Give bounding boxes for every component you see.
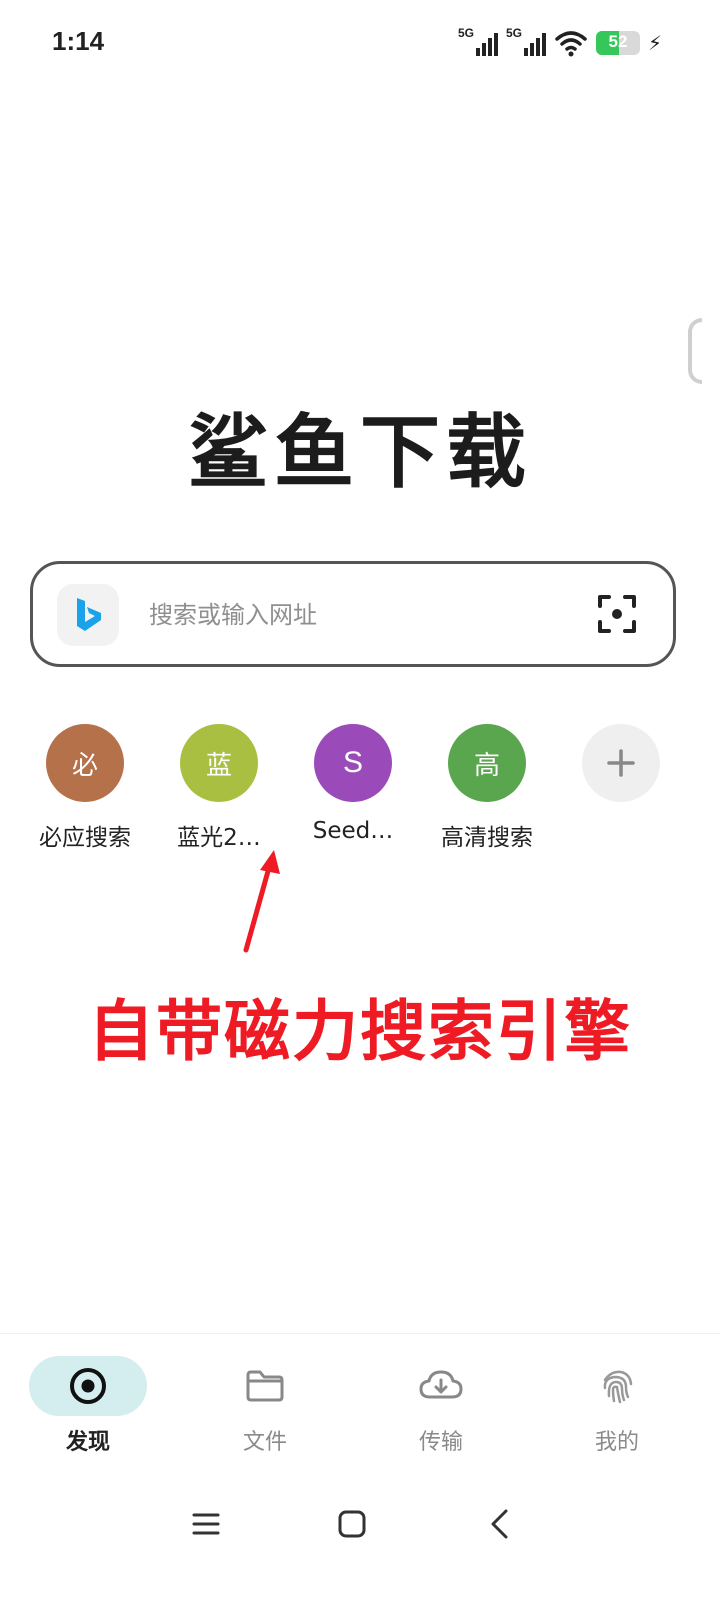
signal-type-label: 5G <box>457 26 474 40</box>
edge-panel-handle[interactable] <box>688 318 702 384</box>
back-chevron-icon <box>491 1509 508 1539</box>
battery-icon: 52 <box>595 31 640 55</box>
menu-icon <box>192 1513 220 1535</box>
app-title: 鲨鱼下载 <box>188 406 532 499</box>
nav-pill <box>558 1356 676 1416</box>
annotation-arrow-icon <box>243 850 280 953</box>
search-engine-button[interactable] <box>57 584 119 646</box>
nav-label: 传输 <box>418 1430 463 1455</box>
shortcut-icon: 必 <box>46 724 124 802</box>
shortcut-bluray[interactable]: 蓝 蓝光2… <box>152 724 286 852</box>
nav-label: 文件 <box>242 1430 287 1455</box>
annotation-text: 自带磁力搜索引擎 <box>88 993 632 1070</box>
status-icons: 5G 5G 52 ⚡ <box>458 26 662 60</box>
shortcut-grid: 必 必应搜索 蓝 蓝光2… S Seed… 高 高清搜索 <box>0 724 720 854</box>
shortcut-label: 必应搜索 <box>39 825 131 851</box>
shortcut-hd-search[interactable]: 高 高清搜索 <box>420 724 554 852</box>
nav-pill <box>29 1356 147 1416</box>
shortcut-icon: 蓝 <box>180 724 258 802</box>
cloud-download-icon <box>419 1370 463 1399</box>
add-shortcut-button[interactable] <box>554 724 688 802</box>
bing-icon <box>77 598 101 631</box>
search-input[interactable] <box>149 590 569 640</box>
battery-level: 52 <box>608 32 628 51</box>
fingerprint-icon <box>603 1370 633 1404</box>
shortcut-icon: S <box>314 724 392 802</box>
status-bar: 1:14 5G 5G 52 ⚡ <box>0 0 720 86</box>
recent-apps-button[interactable] <box>184 1502 228 1546</box>
plus-icon <box>607 749 635 777</box>
nav-transfer[interactable]: 传输 <box>366 1356 516 1456</box>
nav-mine[interactable]: 我的 <box>542 1356 692 1456</box>
charging-icon: ⚡ <box>647 31 662 55</box>
wifi-icon <box>555 31 587 57</box>
status-time: 1:14 <box>52 26 105 56</box>
signal-icon: 5G <box>457 26 498 58</box>
scan-icon <box>598 595 636 633</box>
system-nav-bar <box>0 1480 720 1570</box>
home-button[interactable] <box>330 1502 374 1546</box>
nav-pill <box>206 1356 324 1416</box>
nav-discover[interactable]: 发现 <box>13 1356 163 1456</box>
shortcut-seed[interactable]: S Seed… <box>286 724 420 844</box>
shortcut-label: 高清搜索 <box>441 825 533 851</box>
search-box[interactable] <box>30 561 676 667</box>
back-button[interactable] <box>478 1502 522 1546</box>
nav-label: 我的 <box>594 1430 639 1455</box>
signal-type-label: 5G <box>505 26 522 40</box>
shortcut-icon: 高 <box>448 724 526 802</box>
shortcut-label: Seed… <box>312 818 394 844</box>
shortcut-bing-search[interactable]: 必 必应搜索 <box>18 724 152 852</box>
scan-button[interactable] <box>597 594 637 634</box>
folder-icon <box>246 1370 284 1402</box>
signal-icon: 5G <box>505 26 546 58</box>
bottom-nav: 发现 文件 传输 我的 <box>0 1333 720 1473</box>
nav-files[interactable]: 文件 <box>190 1356 340 1456</box>
home-square-icon <box>338 1510 366 1538</box>
discover-icon <box>70 1368 106 1404</box>
nav-pill <box>382 1356 500 1416</box>
nav-label: 发现 <box>65 1430 110 1455</box>
add-shortcut-circle <box>582 724 660 802</box>
